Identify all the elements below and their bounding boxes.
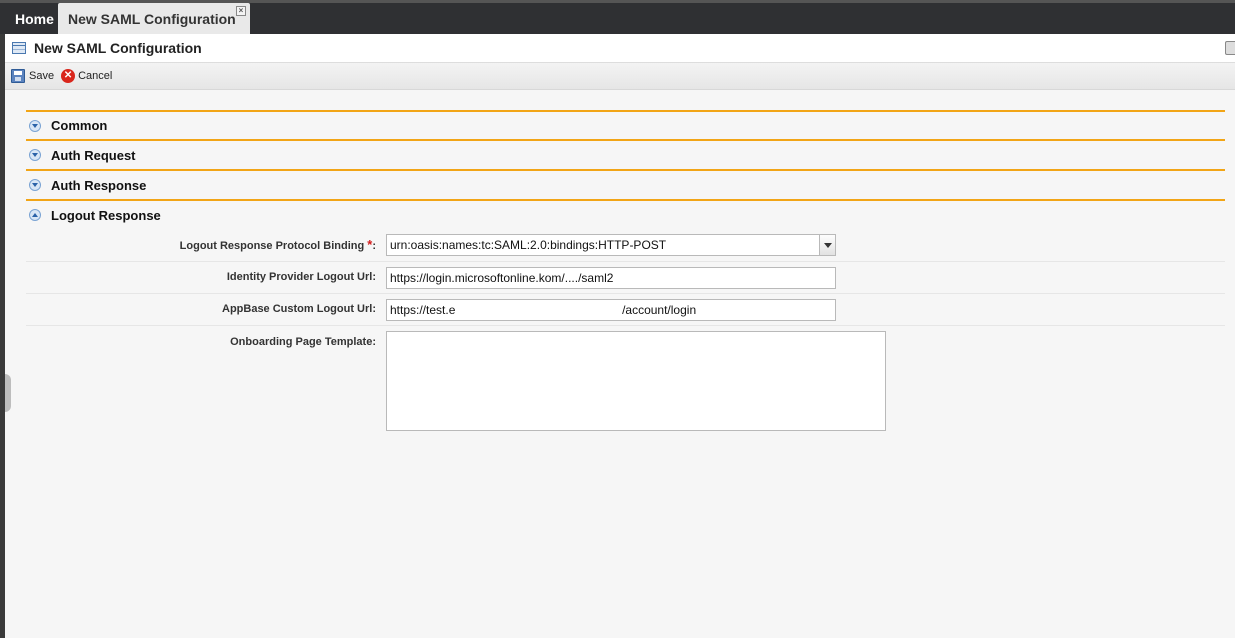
page-header: New SAML Configuration [5, 34, 1235, 63]
toolbar: Save ✕ Cancel [5, 63, 1235, 90]
appbase-logout-url-input[interactable]: https://test.e /account/login [386, 299, 836, 321]
save-label: Save [29, 70, 55, 82]
dropdown-arrow-icon[interactable] [819, 235, 835, 255]
section-auth-request[interactable]: Auth Request [26, 139, 1225, 169]
onboarding-template-row: Onboarding Page Template: [26, 326, 1225, 438]
print-icon[interactable] [1225, 41, 1235, 55]
protocol-binding-label-text: Logout Response Protocol Binding [179, 240, 365, 252]
idp-logout-url-input[interactable]: https://login.microsoftonline.kom/..../s… [386, 267, 836, 289]
tab-home[interactable]: Home [7, 3, 56, 34]
tab-home-label: Home [15, 10, 54, 27]
form-sections: Common Auth Request Auth Response Logout… [26, 110, 1225, 438]
section-auth-response[interactable]: Auth Response [26, 169, 1225, 199]
protocol-binding-value: urn:oasis:names:tc:SAML:2.0:bindings:HTT… [390, 238, 667, 252]
table-icon [12, 42, 26, 54]
save-button[interactable]: Save [11, 69, 54, 83]
redaction-block [457, 301, 609, 320]
appbase-logout-url-label: AppBase Custom Logout Url: [222, 303, 376, 315]
appbase-logout-url-row: AppBase Custom Logout Url: https://test.… [26, 294, 1225, 326]
chevron-down-icon [29, 179, 41, 191]
cancel-label: Cancel [78, 70, 113, 82]
section-logout-response[interactable]: Logout Response [26, 199, 1225, 229]
section-logout-response-title: Logout Response [51, 207, 161, 223]
idp-logout-url-row: Identity Provider Logout Url: https://lo… [26, 262, 1225, 294]
idp-logout-url-value: https://login.microsoftonline.kom/..../s… [390, 271, 614, 285]
save-icon [11, 69, 25, 83]
tab-new-saml-configuration[interactable]: New SAML Configuration × [58, 3, 250, 34]
tab-saml-label: New SAML Configuration [68, 10, 236, 27]
chevron-up-icon [29, 209, 41, 221]
cancel-icon: ✕ [61, 69, 76, 83]
main-panel: New SAML Configuration Save ✕ Cancel Com… [5, 34, 1235, 638]
onboarding-template-label: Onboarding Page Template: [230, 336, 376, 348]
section-common[interactable]: Common [26, 110, 1225, 139]
idp-logout-url-label: Identity Provider Logout Url: [226, 271, 376, 283]
protocol-binding-select[interactable]: urn:oasis:names:tc:SAML:2.0:bindings:HTT… [386, 234, 836, 256]
protocol-binding-colon: : [372, 240, 376, 252]
cancel-button[interactable]: ✕ Cancel [61, 69, 112, 83]
section-common-title: Common [51, 118, 108, 133]
collapse-handle[interactable] [5, 374, 11, 412]
page-title: New SAML Configuration [34, 40, 202, 56]
tab-bar: Home New SAML Configuration × [0, 0, 1235, 34]
section-auth-response-title: Auth Response [51, 177, 147, 193]
protocol-binding-row: Logout Response Protocol Binding *: urn:… [26, 229, 1225, 262]
section-auth-request-title: Auth Request [51, 147, 136, 163]
protocol-binding-label: Logout Response Protocol Binding *: [180, 237, 376, 252]
onboarding-template-textarea[interactable] [386, 331, 886, 431]
close-icon[interactable]: × [236, 6, 246, 16]
chevron-down-icon [29, 149, 41, 161]
chevron-down-icon [29, 119, 41, 132]
